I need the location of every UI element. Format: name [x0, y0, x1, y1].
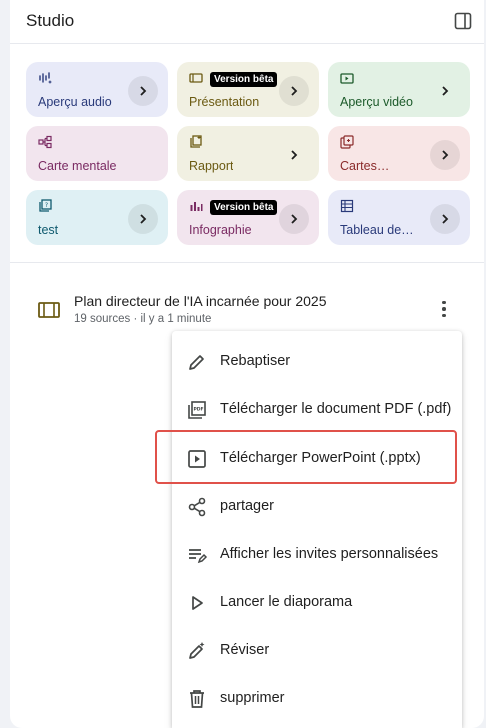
prompt-list-icon: [189, 549, 208, 564]
menu-item-label: Rebaptiser: [220, 353, 291, 369]
note-meta: 19 sources · il y a 1 minute: [74, 313, 212, 325]
quiz-icon: ?: [39, 199, 52, 212]
trash-icon: [190, 690, 204, 708]
chevron-right-icon[interactable]: [128, 76, 158, 106]
tile-label: Rapport: [189, 159, 234, 173]
tile-quiz[interactable]: ? test: [26, 190, 168, 245]
play-box-icon: [188, 450, 206, 468]
divider: [10, 262, 484, 263]
chevron-right-icon[interactable]: [128, 204, 158, 234]
menu-item-download-pptx[interactable]: Télécharger PowerPoint (.pptx): [172, 437, 462, 481]
menu-item-label: Télécharger PowerPoint (.pptx): [220, 450, 421, 466]
chevron-right-icon[interactable]: [430, 76, 460, 106]
side-panel-icon[interactable]: [454, 12, 472, 30]
tile-mind-map[interactable]: Carte mentale: [26, 126, 168, 181]
flashcards-icon: [340, 135, 354, 149]
note-title[interactable]: Plan directeur de l'IA incarnée pour 202…: [74, 293, 327, 309]
more-options-icon[interactable]: [434, 298, 454, 320]
chevron-right-icon[interactable]: [279, 204, 309, 234]
tile-label: Aperçu audio: [38, 95, 112, 109]
menu-item-label: Lancer le diaporama: [220, 594, 353, 610]
studio-title: Studio: [26, 11, 75, 30]
tile-data-table[interactable]: Tableau de…: [328, 190, 470, 245]
infographic-icon: [190, 202, 203, 211]
svg-text:?: ?: [45, 202, 48, 209]
menu-item-share[interactable]: partager: [172, 485, 462, 529]
tile-label: Carte mentale: [38, 159, 117, 173]
menu-item-download-pdf[interactable]: PDF Télécharger le document PDF (.pdf): [172, 388, 462, 432]
tile-flashcards[interactable]: Cartes…: [328, 126, 470, 181]
menu-item-revise[interactable]: Réviser: [172, 629, 462, 673]
table-icon: [340, 199, 354, 213]
menu-item-label: supprimer: [220, 690, 285, 706]
tile-video-overview[interactable]: Aperçu vidéo: [328, 62, 470, 117]
chevron-right-icon[interactable]: [430, 204, 460, 234]
play-icon: [192, 596, 203, 610]
tile-audio-overview[interactable]: Aperçu audio: [26, 62, 168, 117]
menu-item-label: Réviser: [220, 642, 270, 658]
magic-pencil-icon: [189, 642, 205, 659]
menu-item-delete[interactable]: supprimer: [172, 677, 462, 721]
svg-text:PDF: PDF: [193, 407, 203, 413]
video-icon: [340, 73, 354, 84]
menu-item-label: partager: [220, 498, 275, 514]
tile-report[interactable]: Rapport: [177, 126, 319, 181]
tile-label: Infographie: [189, 223, 252, 237]
report-icon: [190, 135, 202, 148]
chevron-right-icon[interactable]: [279, 76, 309, 106]
beta-badge: Version bêta: [210, 72, 278, 87]
menu-item-rename[interactable]: Rebaptiser: [172, 340, 462, 384]
tile-label: Présentation: [189, 95, 260, 109]
slides-icon: [189, 73, 203, 83]
menu-item-slideshow[interactable]: Lancer le diaporama: [172, 581, 462, 625]
mind-map-icon: [38, 135, 52, 149]
tile-label: Cartes…: [340, 159, 390, 173]
tile-infographic[interactable]: Version bêta Infographie: [177, 190, 319, 245]
chevron-right-icon[interactable]: [279, 140, 309, 170]
audio-waveform-icon: [39, 72, 52, 84]
share-icon: [188, 497, 206, 517]
pencil-icon: [189, 355, 204, 370]
slides-icon: [38, 302, 60, 318]
menu-item-label: Télécharger le document PDF (.pdf): [220, 401, 452, 417]
studio-header: Studio: [10, 0, 484, 44]
context-menu: Rebaptiser PDF Télécharger le document P…: [172, 331, 462, 728]
tile-label: Aperçu vidéo: [340, 95, 413, 109]
menu-item-label: Afficher les invites personnalisées: [220, 546, 439, 562]
tile-presentation[interactable]: Version bêta Présentation: [177, 62, 319, 117]
chevron-right-icon[interactable]: [430, 140, 460, 170]
pdf-icon: PDF: [188, 401, 206, 419]
tile-label: Tableau de…: [340, 223, 414, 237]
beta-badge: Version bêta: [210, 200, 278, 215]
menu-item-custom-prompts[interactable]: Afficher les invites personnalisées: [172, 533, 462, 577]
tile-label: test: [38, 223, 59, 237]
